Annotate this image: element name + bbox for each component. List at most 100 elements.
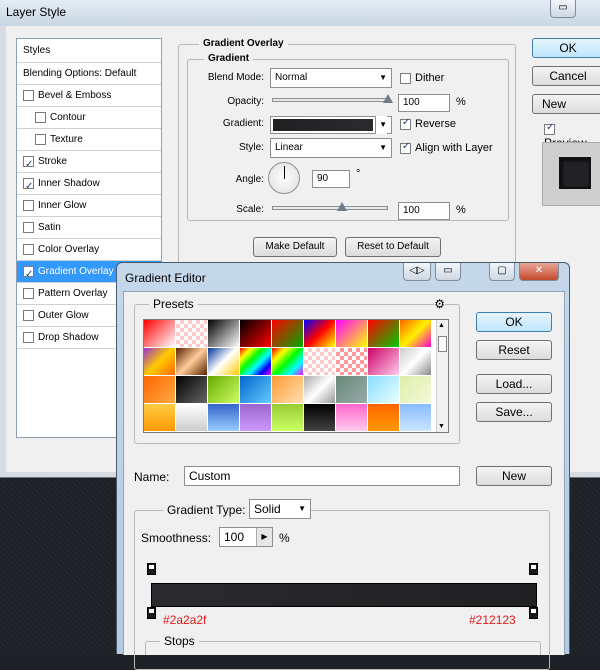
style-checkbox[interactable] <box>23 154 34 176</box>
preset-swatch[interactable] <box>400 348 432 376</box>
preset-swatch[interactable] <box>208 404 240 432</box>
style-select[interactable]: Linear ▼ <box>270 138 392 158</box>
chevron-right-icon[interactable]: ▶ <box>256 528 272 546</box>
preview-checkbox-box[interactable] <box>544 122 555 136</box>
style-checkbox[interactable] <box>23 176 34 198</box>
style-item-blending-options-default[interactable]: Blending Options: Default <box>17 63 161 85</box>
style-checkbox[interactable] <box>35 111 46 123</box>
blend-mode-select[interactable]: Normal ▼ <box>270 68 392 88</box>
color-stop-right[interactable] <box>529 607 538 619</box>
preset-swatch[interactable] <box>336 404 368 432</box>
scale-slider-thumb[interactable] <box>336 202 347 211</box>
opacity-stop-right[interactable] <box>529 563 538 575</box>
preset-swatch[interactable] <box>368 376 400 404</box>
align-with-layer-checkbox[interactable]: Align with Layer <box>400 141 493 154</box>
preset-swatch[interactable] <box>176 376 208 404</box>
scroll-up-icon[interactable]: ▲ <box>438 322 445 329</box>
preset-swatch[interactable] <box>176 320 208 348</box>
gear-icon[interactable]: ⚙ <box>434 297 445 311</box>
dither-checkbox[interactable]: Dither <box>400 72 444 84</box>
make-default-button[interactable]: Make Default <box>253 237 337 257</box>
gradient-preview[interactable] <box>273 119 373 131</box>
preset-swatch[interactable] <box>240 376 272 404</box>
preset-swatch[interactable] <box>240 348 272 376</box>
preset-swatch[interactable] <box>400 376 432 404</box>
preset-swatch[interactable] <box>368 348 400 376</box>
color-stop-left[interactable] <box>147 607 156 619</box>
preset-swatch[interactable] <box>272 404 304 432</box>
style-checkbox[interactable] <box>23 89 34 101</box>
angle-input[interactable]: 90 <box>312 170 350 188</box>
style-item-satin[interactable]: Satin <box>17 217 161 239</box>
style-checkbox[interactable] <box>23 243 34 255</box>
style-checkbox[interactable] <box>23 309 34 321</box>
scroll-down-icon[interactable]: ▼ <box>438 423 445 430</box>
preset-swatch[interactable] <box>400 320 432 348</box>
preset-swatch[interactable] <box>272 376 304 404</box>
new-style-button[interactable]: New Style... <box>532 94 600 114</box>
preset-swatch[interactable] <box>336 348 368 376</box>
gradient-editor-close-button[interactable]: ✕ <box>519 263 559 281</box>
preset-swatch[interactable] <box>208 320 240 348</box>
angle-dial[interactable] <box>268 162 300 194</box>
style-item-bevel-emboss[interactable]: Bevel & Emboss <box>17 85 161 107</box>
smoothness-input[interactable]: 100 ▶ <box>219 527 273 547</box>
preset-swatch[interactable] <box>336 376 368 404</box>
preset-swatch[interactable] <box>240 320 272 348</box>
gradient-reset-button[interactable]: Reset <box>476 340 552 360</box>
preset-swatch[interactable] <box>336 320 368 348</box>
reverse-checkbox-box[interactable] <box>400 117 411 130</box>
preset-swatch[interactable] <box>240 404 272 432</box>
scale-slider[interactable] <box>272 206 388 210</box>
preset-swatch[interactable] <box>400 404 432 432</box>
style-item-stroke[interactable]: Stroke <box>17 151 161 176</box>
opacity-slider[interactable] <box>272 98 388 102</box>
style-checkbox[interactable] <box>23 199 34 211</box>
gradient-editor-maximize-button[interactable]: ▢ <box>489 263 515 281</box>
chevron-down-icon[interactable]: ▼ <box>375 116 387 134</box>
preset-swatch[interactable] <box>272 320 304 348</box>
layer-style-ok-button[interactable]: OK <box>532 38 600 58</box>
gradient-picker[interactable]: ▼ <box>270 116 392 134</box>
preset-swatch[interactable] <box>272 348 304 376</box>
preset-swatch[interactable] <box>368 320 400 348</box>
preset-swatch[interactable] <box>144 348 176 376</box>
opacity-input[interactable]: 100 <box>398 94 450 112</box>
preset-swatch[interactable] <box>304 376 336 404</box>
preset-swatch[interactable] <box>304 320 336 348</box>
style-checkbox[interactable] <box>23 331 34 343</box>
gradient-preview-bar[interactable] <box>151 583 537 607</box>
style-checkbox[interactable] <box>23 264 34 286</box>
preset-swatch[interactable] <box>176 404 208 432</box>
reset-to-default-button[interactable]: Reset to Default <box>345 237 441 257</box>
gradient-editor-back-button[interactable]: ◁▷ <box>403 263 431 281</box>
opacity-stop-left[interactable] <box>147 563 156 575</box>
scale-input[interactable]: 100 <box>398 202 450 220</box>
layer-style-cancel-button[interactable]: Cancel <box>532 66 600 86</box>
gradient-load-button[interactable]: Load... <box>476 374 552 394</box>
preset-swatch[interactable] <box>144 320 176 348</box>
preset-swatch[interactable] <box>368 404 400 432</box>
gradient-ok-button[interactable]: OK <box>476 312 552 332</box>
gradient-type-select[interactable]: Solid ▼ <box>249 499 311 519</box>
opacity-slider-thumb[interactable] <box>383 94 393 103</box>
style-checkbox[interactable] <box>35 133 46 145</box>
style-item-inner-shadow[interactable]: Inner Shadow <box>17 173 161 198</box>
preset-swatch[interactable] <box>304 348 336 376</box>
style-checkbox[interactable] <box>23 221 34 233</box>
preset-swatch[interactable] <box>144 376 176 404</box>
window-restore-button[interactable]: ▭ <box>550 0 576 18</box>
scrollbar-thumb[interactable] <box>438 336 447 352</box>
preset-swatch[interactable] <box>304 404 336 432</box>
preset-swatch[interactable] <box>208 348 240 376</box>
gradient-name-input[interactable]: Custom <box>184 466 460 486</box>
preset-swatch[interactable] <box>144 404 176 432</box>
dither-checkbox-box[interactable] <box>400 72 411 84</box>
style-item-color-overlay[interactable]: Color Overlay <box>17 239 161 261</box>
style-item-texture[interactable]: Texture <box>17 129 161 151</box>
align-checkbox-box[interactable] <box>400 141 411 154</box>
preset-swatch[interactable] <box>176 348 208 376</box>
presets-scrollbar[interactable]: ▲ ▼ <box>436 320 448 432</box>
style-item-inner-glow[interactable]: Inner Glow <box>17 195 161 217</box>
style-checkbox[interactable] <box>23 287 34 299</box>
